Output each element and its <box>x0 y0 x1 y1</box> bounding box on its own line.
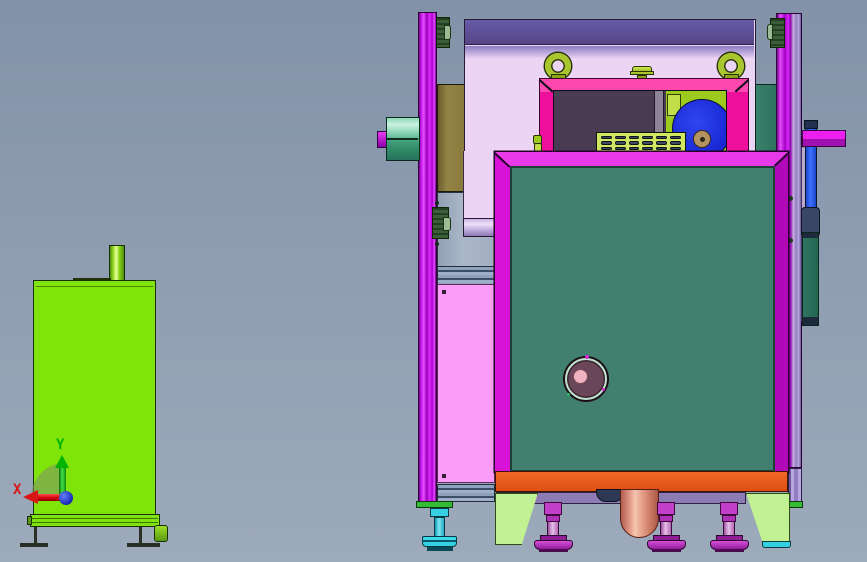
column-left-knob-cap <box>444 25 451 40</box>
side-panel-pink[interactable] <box>437 284 495 483</box>
khaki-panel[interactable] <box>437 84 465 192</box>
grille-slot <box>628 146 640 150</box>
axis-x-label: X <box>13 482 22 498</box>
pink-panel-hole-bottom <box>442 474 446 478</box>
frame-column-left[interactable] <box>418 12 437 504</box>
grille-slot <box>656 146 668 150</box>
tank-side-nub-right <box>154 525 168 542</box>
grille-slot <box>642 136 654 140</box>
grille-slot <box>601 136 612 140</box>
vent-grille-slots <box>597 133 685 153</box>
right-arm[interactable] <box>802 130 846 147</box>
right-teal-bracket <box>802 232 819 326</box>
column-right-bolt-1 <box>788 196 793 201</box>
handle-tick-2 <box>602 388 605 391</box>
tank-foot-right <box>127 543 160 547</box>
grille-slot <box>601 141 612 145</box>
tank-chimney[interactable] <box>109 245 125 282</box>
foot-collar-2 <box>546 515 560 522</box>
axis-y-label: Y <box>56 437 65 453</box>
foot-pad-base <box>652 549 681 552</box>
teal-bracket-cap-top <box>803 233 818 238</box>
tank-top-seam <box>36 286 153 287</box>
cabinet-top-band <box>465 20 754 45</box>
front-door[interactable] <box>493 152 790 472</box>
lavender-cylinder <box>463 218 495 237</box>
column-right-extension <box>788 468 802 502</box>
axis-x-arrowhead <box>23 490 38 504</box>
cyan-foot-base <box>427 547 453 551</box>
foot-collar <box>720 502 738 515</box>
foot-collar <box>544 502 562 515</box>
grille-slot <box>628 141 640 145</box>
fan-hub-dot <box>700 137 705 142</box>
column-left-base-cap <box>416 501 453 508</box>
grille-slot <box>656 141 668 145</box>
handle-tick-3 <box>567 393 570 396</box>
window-bevel-tr <box>734 79 750 93</box>
motor-knob-cap <box>443 217 451 231</box>
grille-slot <box>670 136 681 140</box>
cylinder-split-line <box>387 138 418 140</box>
grille-slot <box>628 136 640 140</box>
lavender-slab <box>463 151 495 219</box>
axis-triad: X Y <box>0 430 120 555</box>
grille-slot <box>656 136 668 140</box>
door-handle-pin <box>573 369 588 384</box>
foot-pad-base <box>715 549 744 552</box>
pink-panel-hole-top <box>442 290 446 294</box>
axis-origin-dot <box>59 491 73 505</box>
foot-collar-2 <box>722 515 736 522</box>
panel-bolt-bottom <box>435 242 439 246</box>
side-cylinder[interactable] <box>386 117 420 161</box>
leveling-foot-1[interactable] <box>534 500 574 553</box>
foot-collar <box>657 502 675 515</box>
foot-collar-2 <box>659 515 673 522</box>
window-bevel-tl <box>538 79 554 93</box>
grille-slot <box>670 141 681 145</box>
door-bevel-tl <box>493 152 511 168</box>
teal-bracket-cap-bottom <box>803 317 818 325</box>
slat-band-top <box>437 266 495 285</box>
leveling-foot-cyan[interactable] <box>422 536 457 547</box>
slat-band-bottom <box>437 484 495 502</box>
foot-pad-base <box>539 549 568 552</box>
vent-grille[interactable] <box>596 132 686 154</box>
cyan-foot-stem <box>434 517 445 537</box>
tank-leg-right <box>139 527 142 544</box>
handle-tick-1 <box>585 355 589 359</box>
grille-slot <box>614 141 626 145</box>
grille-slot <box>670 146 681 150</box>
cyan-foot-collar <box>430 508 449 517</box>
grille-slot <box>642 141 654 145</box>
gusset-bracket-right <box>746 493 790 543</box>
gusset-bracket-left <box>495 493 538 545</box>
grille-slot <box>642 146 654 150</box>
axis-y-arrowhead <box>55 455 69 468</box>
column-right-bolt-2 <box>788 238 793 243</box>
leveling-foot-3[interactable] <box>710 500 750 553</box>
grille-slot <box>614 136 626 140</box>
panel-bolt-top <box>435 201 439 205</box>
door-handle[interactable] <box>565 355 607 400</box>
column-right-knob-cap <box>767 24 773 40</box>
cabinet-gradient-strip <box>465 46 754 58</box>
door-bevel-tr <box>774 152 790 167</box>
grille-slot <box>601 146 612 150</box>
leveling-foot-2[interactable] <box>647 500 687 553</box>
bracket-right-cyan-pad <box>762 541 791 548</box>
grille-slot <box>614 146 626 150</box>
cad-viewport: X Y <box>0 0 867 562</box>
